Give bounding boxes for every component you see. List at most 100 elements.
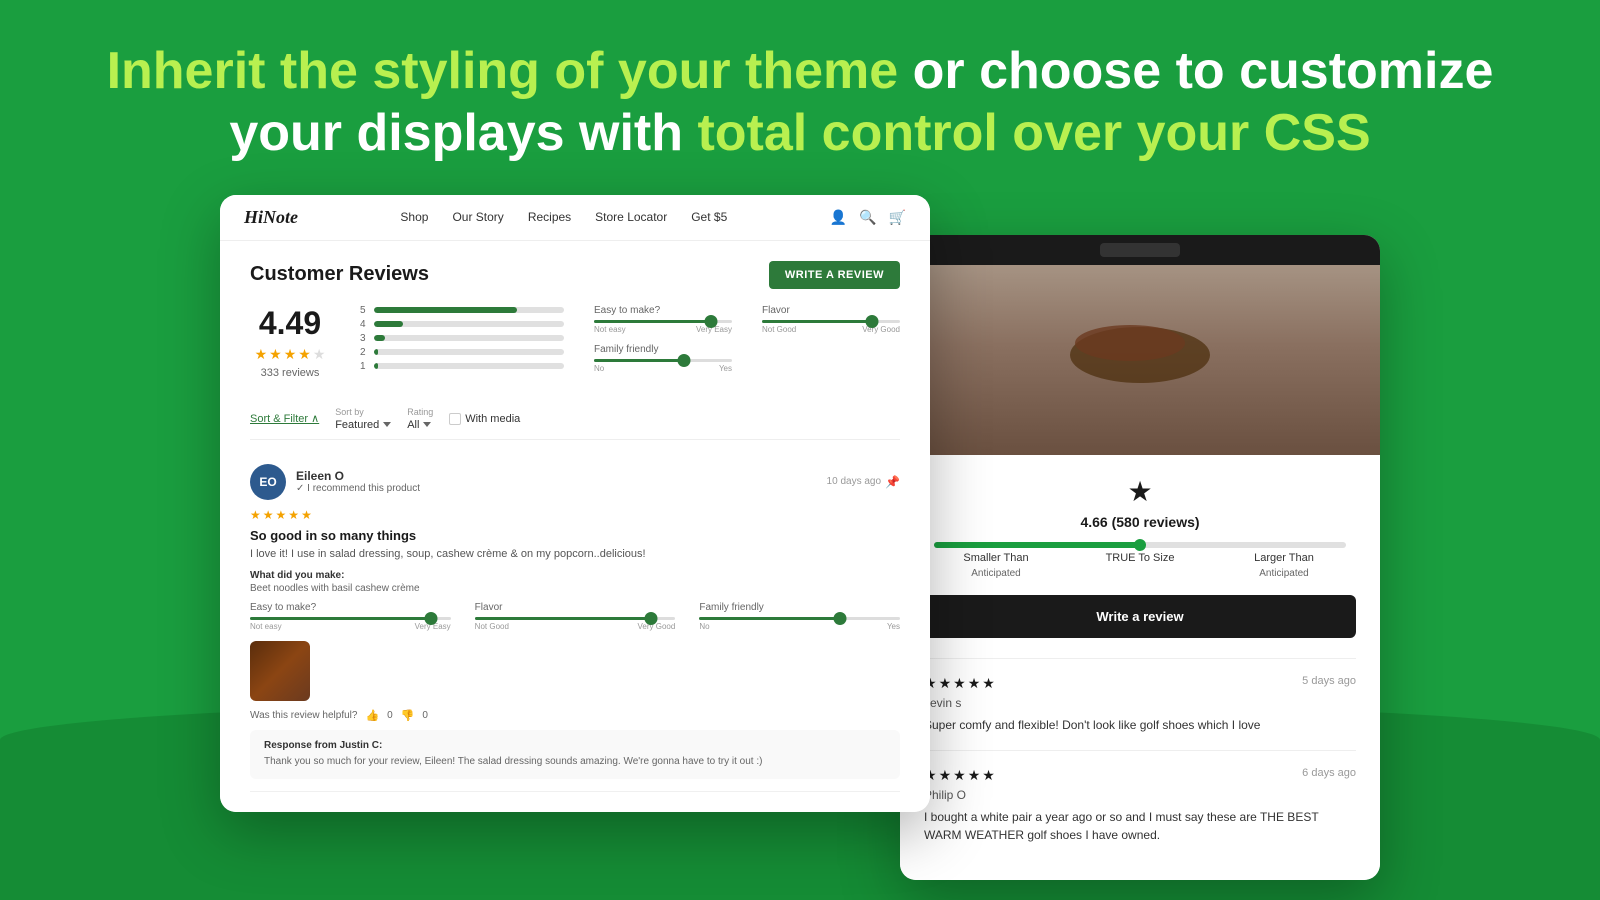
- review-stars: ★ ★ ★ ★ ★: [250, 508, 900, 522]
- reviewer-name: Eileen O: [296, 469, 420, 483]
- left-screenshot: HiNote Shop Our Story Recipes Store Loca…: [220, 195, 930, 812]
- review-item-header: EO Eileen O ✓ I recommend this product 1…: [250, 464, 900, 500]
- nav-link-story[interactable]: Our Story: [452, 210, 503, 224]
- shoe-rating-star: ★: [924, 475, 1356, 508]
- rating-bars: 5 4 3 2 1: [360, 305, 564, 383]
- shoe-star-2: ★: [939, 675, 952, 692]
- with-media-checkbox[interactable]: [449, 413, 461, 425]
- review-image-inner: [250, 641, 310, 701]
- user-icon[interactable]: 👤: [830, 209, 847, 226]
- review-title: So good in so many things: [250, 528, 900, 543]
- shoe-review-1-body: Super comfy and flexible! Don't look lik…: [924, 716, 1356, 734]
- shoe-divider-2: [924, 750, 1356, 751]
- nav-icons: 👤 🔍 🛒: [830, 209, 906, 226]
- summary-sliders: Easy to make? Not easyVery Easy: [594, 305, 900, 383]
- nav-link-get5[interactable]: Get $5: [691, 210, 727, 224]
- shoe-star2-2: ★: [939, 767, 952, 784]
- bar-fill-1: [374, 363, 378, 369]
- size-indicator-fill: [934, 542, 1140, 548]
- nav-bar: HiNote Shop Our Story Recipes Store Loca…: [220, 195, 930, 241]
- sort-filter-row: Sort & Filter ∧ Sort by Featured Rating …: [250, 399, 900, 440]
- shoe-review-1-date: 5 days ago: [1302, 675, 1356, 687]
- nav-link-locator[interactable]: Store Locator: [595, 210, 667, 224]
- review-star-1: ★: [250, 508, 261, 522]
- review-flavor-slider: Flavor Not GoodVery Good: [475, 602, 676, 631]
- bar-row-2: 2: [360, 347, 564, 358]
- bar-label-4: 4: [360, 319, 368, 330]
- cart-icon[interactable]: 🛒: [889, 209, 906, 226]
- reviews-count: 333 reviews: [250, 367, 330, 379]
- response-text: Thank you so much for your review, Eilee…: [264, 755, 886, 769]
- sort-filter-link[interactable]: Sort & Filter ∧: [250, 412, 319, 425]
- bar-fill-3: [374, 335, 385, 341]
- shoe-star2-4: ★: [968, 767, 981, 784]
- size-indicator-thumb: [1134, 539, 1146, 551]
- with-media-filter[interactable]: With media: [449, 413, 520, 425]
- size-larger: Larger Than Anticipated: [1212, 552, 1356, 579]
- family-slider-fill: [594, 359, 684, 362]
- shoe-write-review-button[interactable]: Write a review: [924, 595, 1356, 638]
- review-item: EO Eileen O ✓ I recommend this product 1…: [250, 452, 900, 792]
- pin-icon: 📌: [885, 475, 900, 489]
- shoe-reviewer-1-name: kevin s: [924, 696, 1356, 710]
- bar-fill-4: [374, 321, 403, 327]
- screenshots-container: HiNote Shop Our Story Recipes Store Loca…: [0, 195, 1600, 880]
- review-body: I love it! I use in salad dressing, soup…: [250, 547, 900, 562]
- review-family-slider: Family friendly NoYes: [699, 602, 900, 631]
- thumbs-down-icon[interactable]: 👎: [401, 709, 415, 722]
- headline-green-2: total control over your CSS: [697, 104, 1370, 162]
- phone-notch: [900, 235, 1380, 265]
- flavor-slider-fill: [762, 320, 872, 323]
- nav-link-recipes[interactable]: Recipes: [528, 210, 571, 224]
- write-review-button[interactable]: WRITE A REVIEW: [769, 261, 900, 289]
- shoe-star-3: ★: [953, 675, 966, 692]
- star-1: ★: [255, 346, 268, 363]
- headline-green-1: Inherit the styling of your theme: [107, 42, 899, 100]
- review-date: 10 days ago 📌: [827, 475, 900, 489]
- rating-select[interactable]: All: [407, 419, 433, 431]
- shoe-review-2: ★ ★ ★ ★ ★ 6 days ago Philip O I bought a…: [924, 767, 1356, 844]
- helpful-no-count: 0: [422, 710, 428, 721]
- shoe-reviewer-2-name: Philip O: [924, 788, 1356, 802]
- nav-logo: HiNote: [244, 207, 298, 228]
- reviewer-recommend: ✓ I recommend this product: [296, 483, 420, 494]
- right-screenshot: ★ 4.66 (580 reviews) Smaller Than Antici…: [900, 235, 1380, 880]
- family-slider-thumb: [677, 354, 690, 367]
- bar-row-3: 3: [360, 333, 564, 344]
- bar-track-1: [374, 363, 564, 369]
- shoe-star-4: ★: [968, 675, 981, 692]
- bar-label-5: 5: [360, 305, 368, 316]
- sort-by-select[interactable]: Featured: [335, 419, 391, 431]
- shoe-review-1-header: ★ ★ ★ ★ ★ 5 days ago: [924, 675, 1356, 692]
- rating-group: Rating All: [407, 407, 433, 431]
- thumbs-up-icon[interactable]: 👍: [365, 709, 379, 722]
- shoe-shape-icon: [1060, 305, 1220, 385]
- review-star-3: ★: [276, 508, 287, 522]
- rating-filter-label: Rating: [407, 407, 433, 417]
- bar-track-5: [374, 307, 564, 313]
- nav-links: Shop Our Story Recipes Store Locator Get…: [400, 210, 727, 224]
- helpful-yes-count: 0: [387, 710, 393, 721]
- flavor-slider-label: Flavor: [762, 305, 900, 316]
- shoe-image-bg: [900, 235, 1380, 455]
- shoe-review-1: ★ ★ ★ ★ ★ 5 days ago kevin s Super comfy…: [924, 675, 1356, 734]
- response-from: Response from Justin C:: [264, 740, 886, 751]
- family-slider-endpoints: NoYes: [594, 364, 732, 373]
- search-icon[interactable]: 🔍: [859, 209, 876, 226]
- star-5: ★: [313, 346, 326, 363]
- reviews-content: Customer Reviews WRITE A REVIEW 4.49 ★ ★…: [220, 241, 930, 812]
- bar-fill-2: [374, 349, 378, 355]
- bar-fill-5: [374, 307, 517, 313]
- bar-label-1: 1: [360, 361, 368, 372]
- shoe-review-2-header: ★ ★ ★ ★ ★ 6 days ago: [924, 767, 1356, 784]
- shoe-reviews-panel: ★ 4.66 (580 reviews) Smaller Than Antici…: [900, 455, 1380, 880]
- shoe-star-5: ★: [982, 675, 995, 692]
- flavor-slider-thumb: [866, 315, 879, 328]
- sort-by-value: Featured: [335, 419, 379, 431]
- helpful-text: Was this review helpful?: [250, 710, 357, 721]
- nav-link-shop[interactable]: Shop: [400, 210, 428, 224]
- family-slider-label: Family friendly: [594, 344, 732, 355]
- sort-by-group: Sort by Featured: [335, 407, 391, 431]
- reviews-header: Customer Reviews WRITE A REVIEW: [250, 261, 900, 289]
- flavor-slider-group: Flavor Not GoodVery Good: [762, 305, 900, 334]
